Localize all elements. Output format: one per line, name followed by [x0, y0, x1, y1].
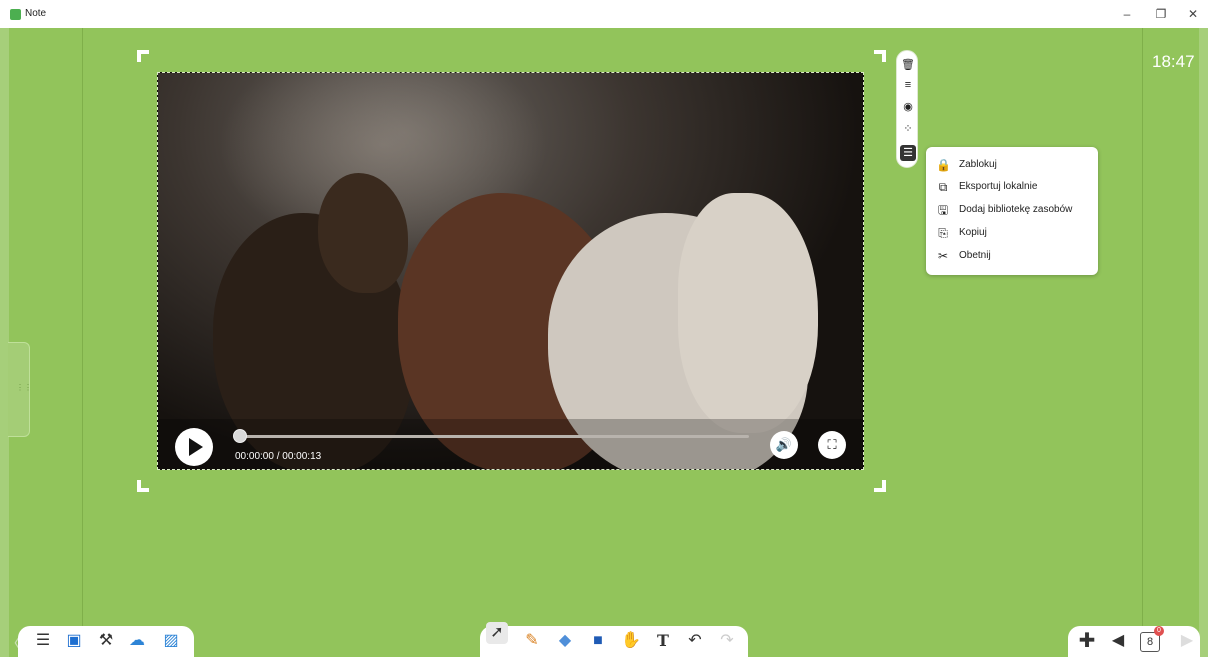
menu-item-lock[interactable]: 🔒 Zablokuj — [934, 155, 1094, 175]
video-frame-horse — [678, 193, 818, 433]
redo-icon[interactable]: ↷ — [716, 630, 738, 652]
page-badge: 0 — [1154, 626, 1164, 636]
menu-item-add-library[interactable]: 🖫 Dodaj bibliotekę zasobów — [934, 200, 1094, 220]
pointer-icon[interactable]: ➚ — [486, 622, 508, 644]
menu-item-export[interactable]: ⧉ Eksportuj lokalnie — [934, 177, 1094, 197]
selection-handle-top-left[interactable] — [137, 50, 149, 62]
maximize-button[interactable]: ❐ — [1146, 4, 1176, 24]
fullscreen-icon[interactable]: ⛶ — [818, 431, 846, 459]
align-icon[interactable]: ≡ — [900, 77, 916, 93]
left-margin-line — [82, 28, 83, 628]
menu-item-label: Obetnij — [959, 250, 991, 261]
menu-icon[interactable]: ☰ — [32, 630, 54, 652]
window-title: Note — [25, 8, 47, 19]
play-button[interactable] — [175, 428, 213, 466]
menu-item-label: Dodaj bibliotekę zasobów — [959, 204, 1073, 215]
export-icon: ⧉ — [938, 180, 948, 194]
side-panel-handle[interactable]: ⋮⋮ — [8, 342, 32, 437]
shape-icon[interactable]: ■ — [587, 630, 609, 652]
menu-item-label: Zablokuj — [959, 159, 997, 170]
video-player[interactable]: 00:00:00 / 00:00:13 🔊 ⛶ — [157, 72, 864, 470]
next-page-icon[interactable]: ▶ — [1176, 630, 1198, 652]
image-icon[interactable]: ▨ — [160, 630, 182, 652]
app-logo-icon — [10, 9, 21, 20]
trash-icon[interactable]: 🗑 — [900, 57, 916, 73]
video-time: 00:00:00 / 00:00:13 — [235, 451, 322, 462]
close-button[interactable]: ✕ — [1178, 4, 1208, 24]
right-margin-line — [1142, 28, 1143, 628]
menu-item-label: Kopiuj — [959, 227, 987, 238]
text-icon[interactable]: T — [652, 630, 674, 652]
selection-handle-bottom-right[interactable] — [874, 480, 886, 492]
title-bar: Note – ❐ ✕ — [0, 0, 1208, 28]
add-page-icon[interactable]: ✚ — [1076, 630, 1098, 652]
hand-icon[interactable]: ✋ — [620, 630, 642, 652]
video-progress-track[interactable] — [236, 435, 749, 438]
selection-handle-top-right[interactable] — [874, 50, 886, 62]
minimize-button[interactable]: – — [1112, 4, 1142, 24]
screen-icon[interactable]: ▣ — [63, 630, 85, 652]
lock-icon: 🔒 — [936, 158, 951, 172]
menu-item-cut[interactable]: ✂ Obetnij — [934, 246, 1094, 266]
selection-handle-bottom-left[interactable] — [137, 480, 149, 492]
volume-icon[interactable]: 🔊 — [770, 431, 798, 459]
menu-item-label: Eksportuj lokalnie — [959, 181, 1038, 192]
page-number: 8 — [1146, 636, 1154, 648]
camera-icon[interactable]: ◉ — [900, 99, 916, 115]
canvas-right-edge — [1199, 28, 1208, 657]
video-progress-knob[interactable] — [233, 429, 247, 443]
object-toolbar: 🗑 ≡ ◉ ⁘ ☰ — [896, 50, 918, 168]
effects-icon[interactable]: ⁘ — [900, 121, 916, 137]
grip-icon: ⋮⋮ — [16, 383, 32, 392]
tools-icon[interactable]: ⚒ — [95, 630, 117, 652]
library-icon: 🖫 — [937, 203, 949, 217]
copy-icon: ⎘ — [938, 226, 948, 240]
eraser-icon[interactable]: ◆ — [554, 630, 576, 652]
cloud-icon[interactable]: ☁ — [126, 630, 148, 652]
clock: 18:47 — [1152, 52, 1195, 71]
pen-icon[interactable]: ✎ — [521, 630, 543, 652]
context-menu: 🔒 Zablokuj ⧉ Eksportuj lokalnie 🖫 Dodaj … — [926, 147, 1098, 275]
menu-icon[interactable]: ☰ — [900, 145, 916, 161]
menu-item-copy[interactable]: ⎘ Kopiuj — [934, 223, 1094, 243]
prev-page-icon[interactable]: ◀ — [1107, 630, 1129, 652]
undo-icon[interactable]: ↶ — [684, 630, 706, 652]
scissors-icon: ✂ — [937, 249, 949, 263]
play-icon — [189, 438, 203, 456]
